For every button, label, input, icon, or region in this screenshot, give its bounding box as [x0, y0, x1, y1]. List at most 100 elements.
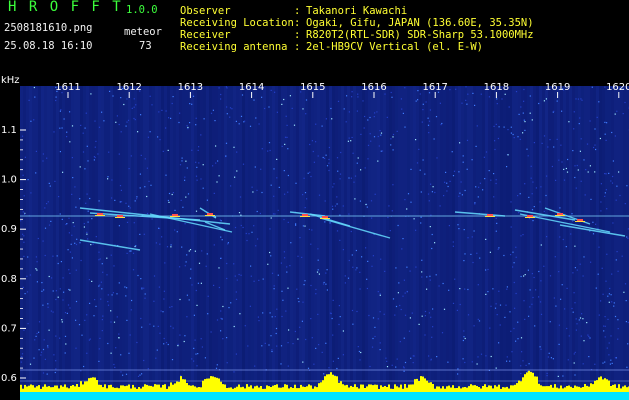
meter-bar [356, 387, 358, 392]
noise-speck [356, 110, 358, 112]
noise-speck [626, 366, 628, 368]
meter-bar [416, 378, 418, 392]
noise-speck [130, 155, 132, 157]
noise-speck [563, 168, 565, 170]
noise-speck [63, 291, 65, 293]
noise-speck [539, 201, 541, 203]
noise-speck [225, 142, 228, 144]
noise-speck [352, 152, 354, 154]
meter-bar [120, 385, 122, 392]
noise-speck [321, 125, 323, 127]
meter-bar [20, 384, 22, 392]
noise-band [269, 86, 272, 392]
noise-speck [287, 148, 289, 150]
noise-speck [448, 225, 450, 227]
noise-speck [120, 131, 122, 133]
noise-speck [583, 159, 585, 161]
noise-speck [218, 87, 220, 89]
noise-speck [529, 95, 531, 97]
meter-bar [294, 384, 296, 392]
noise-speck [463, 260, 465, 262]
noise-speck [400, 98, 402, 100]
noise-band [164, 86, 167, 392]
meter-bar [320, 382, 322, 392]
noise-speck [101, 288, 103, 290]
noise-speck [350, 140, 352, 142]
noise-speck [61, 321, 63, 323]
noise-speck [310, 318, 312, 320]
noise-speck [229, 116, 231, 118]
noise-speck [220, 93, 222, 96]
noise-speck [247, 345, 249, 347]
noise-speck [184, 179, 186, 181]
noise-speck [315, 347, 317, 349]
meter-bar [270, 387, 272, 392]
meter-bar [102, 387, 104, 392]
noise-speck [326, 289, 328, 291]
meter-bar [298, 388, 300, 392]
noise-speck [525, 364, 527, 366]
noise-band [599, 86, 602, 392]
noise-speck [535, 187, 537, 189]
noise-speck [240, 224, 242, 227]
noise-speck [472, 261, 474, 264]
noise-speck [78, 324, 81, 326]
noise-speck [523, 100, 525, 102]
noise-speck [311, 140, 313, 142]
noise-speck [98, 200, 100, 202]
noise-speck [378, 145, 380, 147]
noise-band [191, 86, 194, 392]
noise-speck [221, 239, 223, 241]
noise-speck [443, 195, 445, 197]
noise-band [305, 86, 308, 392]
noise-speck [576, 323, 578, 325]
meter-bar [312, 388, 314, 392]
noise-speck [409, 317, 411, 319]
noise-speck [601, 267, 603, 269]
noise-speck [75, 300, 78, 303]
noise-speck [144, 293, 146, 295]
noise-speck [191, 149, 193, 151]
noise-speck [214, 120, 216, 122]
noise-speck [35, 335, 37, 337]
noise-speck [101, 111, 103, 113]
noise-speck [226, 362, 228, 364]
noise-speck [47, 306, 49, 308]
noise-speck [513, 137, 515, 139]
noise-speck [608, 301, 610, 303]
noise-speck [172, 96, 174, 98]
noise-band [71, 86, 74, 392]
noise-speck [201, 250, 203, 252]
meter-bar [110, 384, 112, 392]
noise-speck [163, 290, 165, 292]
noise-speck [518, 212, 520, 214]
noise-speck [193, 360, 195, 362]
noise-speck [126, 252, 128, 254]
noise-speck [412, 362, 414, 364]
meter-bar [578, 386, 580, 392]
noise-speck [355, 269, 357, 271]
noise-speck [410, 168, 412, 170]
noise-speck [262, 278, 264, 280]
noise-speck [47, 347, 49, 349]
noise-speck [557, 375, 559, 377]
noise-speck [38, 321, 41, 323]
noise-speck [280, 363, 282, 365]
meter-bar [510, 385, 512, 392]
meter-bar [92, 377, 94, 392]
noise-speck [59, 151, 61, 153]
noise-speck [371, 217, 373, 219]
noise-speck [339, 239, 341, 241]
mode-label: meteor [124, 26, 162, 38]
noise-speck [379, 311, 381, 313]
noise-speck [113, 265, 115, 267]
meter-bar [512, 385, 514, 392]
noise-speck [428, 312, 430, 314]
noise-speck [155, 242, 157, 244]
noise-speck [540, 186, 542, 188]
noise-speck [527, 269, 529, 271]
noise-speck [553, 110, 555, 112]
noise-speck [593, 146, 595, 149]
noise-speck [377, 318, 379, 320]
noise-speck [240, 274, 242, 276]
